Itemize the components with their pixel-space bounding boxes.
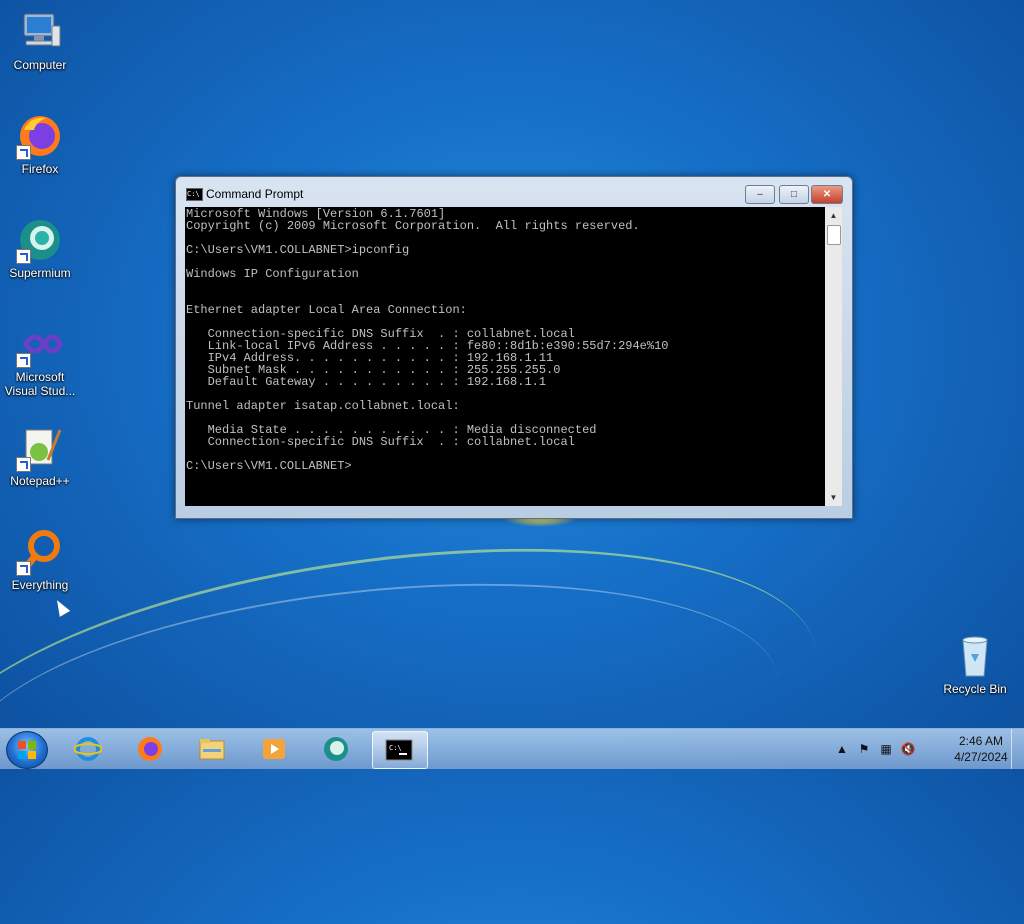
desktop-icon-label: Notepad++: [10, 474, 70, 488]
action-center-flag-icon[interactable]: ⚑: [856, 741, 872, 757]
svg-text:C:\: C:\: [389, 744, 402, 752]
minimize-button[interactable]: –: [745, 185, 775, 204]
windows-logo-icon: [18, 741, 36, 759]
taskbar-supermium[interactable]: [310, 731, 364, 767]
firefox-icon: [138, 737, 162, 761]
desktop-icon-label: Everything: [11, 578, 69, 592]
shortcut-arrow-icon: [16, 457, 31, 472]
computer-icon: [16, 8, 64, 56]
shortcut-arrow-icon: [16, 249, 31, 264]
desktop-icon-label: Microsoft Visual Stud...: [4, 370, 76, 398]
network-icon[interactable]: ▦: [878, 741, 894, 757]
visual-studio-icon: [16, 320, 64, 368]
scrollbar-thumb[interactable]: [827, 225, 841, 245]
internet-explorer-icon: [74, 737, 102, 761]
desktop-icon-supermium[interactable]: Supermium: [0, 216, 80, 280]
desktop-icon-label: Recycle Bin: [943, 682, 1007, 696]
clock-date: 4/27/2024: [954, 750, 1008, 764]
scroll-up-arrow-icon[interactable]: ▲: [825, 207, 842, 224]
desktop-icon-recycle-bin[interactable]: Recycle Bin: [935, 632, 1015, 696]
system-tray: ▲ ⚑ ▦ 🔇 2:46 AM 4/27/2024: [834, 729, 1024, 769]
notepad-plus-plus-icon: [16, 424, 64, 472]
taskbar: C:\ ▲ ⚑ ▦ 🔇 2:46 AM 4/27/2024: [0, 728, 1024, 769]
taskbar-internet-explorer[interactable]: [62, 731, 116, 767]
desktop-icon-everything[interactable]: Everything: [0, 528, 80, 592]
vertical-scrollbar[interactable]: ▲ ▼: [825, 207, 842, 506]
media-player-icon: [263, 739, 285, 759]
supermium-icon: [324, 737, 348, 761]
desktop-icon-label: Supermium: [9, 266, 71, 280]
shortcut-arrow-icon: [16, 145, 31, 160]
start-button[interactable]: [6, 731, 48, 769]
desktop-icon-visual-studio[interactable]: Microsoft Visual Stud...: [0, 320, 80, 398]
taskbar-windows-explorer[interactable]: [186, 731, 240, 767]
desktop-icon-notepad-plus-plus[interactable]: Notepad++: [0, 424, 80, 488]
console-output[interactable]: Microsoft Windows [Version 6.1.7601] Cop…: [185, 207, 825, 506]
desktop-icon-computer[interactable]: Computer: [0, 8, 80, 72]
command-prompt-window[interactable]: C:\ Command Prompt – □ ✕ Microsoft Windo…: [175, 176, 853, 519]
close-button[interactable]: ✕: [811, 185, 843, 204]
scroll-down-arrow-icon[interactable]: ▼: [825, 489, 842, 506]
window-title: Command Prompt: [206, 187, 304, 201]
window-titlebar[interactable]: C:\ Command Prompt – □ ✕: [176, 177, 852, 207]
everything-search-icon: [16, 528, 64, 576]
recycle-bin-icon: [951, 632, 999, 680]
clock-time: 2:46 AM: [958, 734, 1004, 748]
maximize-button[interactable]: □: [779, 185, 809, 204]
command-prompt-icon: C:\: [385, 739, 413, 761]
mouse-cursor-icon: [51, 597, 71, 617]
windows-explorer-icon: [199, 739, 225, 760]
show-hidden-icons-icon[interactable]: ▲: [834, 741, 850, 757]
taskbar-firefox[interactable]: [124, 731, 178, 767]
desktop-icon-firefox[interactable]: Firefox: [0, 112, 80, 176]
console-text: Microsoft Windows [Version 6.1.7601] Cop…: [186, 207, 669, 473]
taskbar-media-player[interactable]: [248, 731, 302, 767]
desktop-icon-label: Firefox: [21, 162, 59, 176]
shortcut-arrow-icon: [16, 561, 31, 576]
clock[interactable]: 2:46 AM 4/27/2024: [946, 733, 1016, 765]
show-desktop-button[interactable]: [1011, 729, 1024, 769]
command-prompt-icon: C:\: [186, 188, 203, 201]
volume-muted-icon[interactable]: 🔇: [900, 741, 916, 757]
supermium-icon: [16, 216, 64, 264]
shortcut-arrow-icon: [16, 353, 31, 368]
firefox-icon: [16, 112, 64, 160]
desktop-icon-label: Computer: [13, 58, 67, 72]
taskbar-command-prompt[interactable]: C:\: [372, 731, 428, 769]
